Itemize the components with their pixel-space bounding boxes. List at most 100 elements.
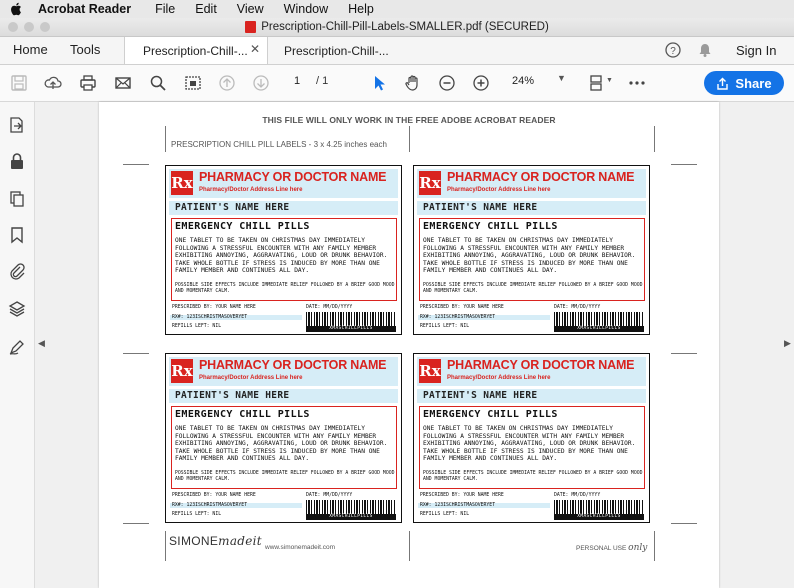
menu-bar: Acrobat Reader File Edit View Window Hel… (0, 0, 794, 18)
print-icon[interactable] (79, 74, 97, 92)
menu-window[interactable]: Window (284, 2, 328, 16)
crop-mark (671, 353, 697, 354)
chevron-down-icon[interactable]: ▼ (557, 73, 566, 83)
side-effects: POSSIBLE SIDE EFFECTS INCLUDE IMMEDIATE … (423, 471, 643, 482)
menu-file[interactable]: File (155, 2, 175, 16)
dosage-instructions: ONE TABLET TO BE TAKEN ON CHRISTMAS DAY … (423, 425, 636, 463)
collapse-left-panel-icon[interactable]: ◀ (38, 338, 45, 349)
crop-mark (654, 531, 655, 561)
share-button[interactable]: Share (704, 71, 784, 95)
search-icon[interactable] (149, 74, 167, 92)
pharmacy-name: PHARMACY OR DOCTOR NAME (447, 170, 635, 184)
pharmacy-name: PHARMACY OR DOCTOR NAME (447, 358, 635, 372)
save-icon[interactable] (10, 74, 28, 92)
date-field: DATE: MM/DD/YYYY (306, 305, 353, 310)
crop-mark (409, 126, 410, 152)
attachment-icon[interactable] (8, 262, 26, 280)
close-tab-icon[interactable]: ✕ (250, 42, 260, 56)
date-field: DATE: MM/DD/YYYY (554, 493, 601, 498)
chevron-down-icon[interactable]: ▼ (606, 77, 613, 84)
patient-name: PATIENT'S NAME HERE (175, 390, 290, 401)
zoom-in-icon[interactable] (472, 74, 490, 92)
help-icon[interactable]: ? (665, 42, 681, 58)
prescription-label: Rx PHARMACY OR DOCTOR NAME Pharmacy/Doct… (413, 353, 650, 523)
fill-sign-icon[interactable] (8, 338, 26, 356)
document-tab[interactable]: Prescription-Chill-... (266, 37, 406, 64)
tab-tools[interactable]: Tools (70, 42, 100, 57)
more-options-icon[interactable] (628, 74, 646, 92)
footer-usage: PERSONAL USE only (576, 543, 647, 553)
layers-icon[interactable] (8, 300, 26, 318)
patient-name-bar: PATIENT'S NAME HERE (169, 389, 398, 403)
prescribed-by: PRESCRIBED BY: YOUR NAME HERE (172, 493, 256, 498)
patient-name-bar: PATIENT'S NAME HERE (417, 389, 646, 403)
svg-text:?: ? (670, 46, 676, 57)
window-controls (8, 22, 50, 32)
select-cursor-icon[interactable] (370, 74, 388, 92)
page-thumbnails-icon[interactable] (8, 190, 26, 208)
barcode (554, 312, 644, 326)
crop-mark (165, 126, 166, 152)
patient-name: PATIENT'S NAME HERE (423, 390, 538, 401)
label-header: Rx PHARMACY OR DOCTOR NAME Pharmacy/Doct… (417, 357, 646, 386)
barcode-text: XMASCHILLPILLS (306, 326, 396, 332)
label-header: Rx PHARMACY OR DOCTOR NAME Pharmacy/Doct… (169, 169, 398, 198)
crop-mark (123, 353, 149, 354)
email-icon[interactable] (114, 74, 132, 92)
refills-left: REFILLS LEFT: NIL (420, 512, 470, 517)
dosage-instructions: ONE TABLET TO BE TAKEN ON CHRISTMAS DAY … (423, 237, 636, 275)
toolbar: 1 / 1 24% ▼ ▼ Share (0, 65, 794, 102)
refills-left: REFILLS LEFT: NIL (172, 324, 222, 329)
menu-app-name[interactable]: Acrobat Reader (38, 2, 131, 16)
pdf-page: THIS FILE WILL ONLY WORK IN THE FREE ADO… (99, 102, 719, 588)
apple-icon[interactable] (10, 2, 24, 16)
dosage-instructions: ONE TABLET TO BE TAKEN ON CHRISTMAS DAY … (175, 425, 388, 463)
zoom-out-icon[interactable] (438, 74, 456, 92)
minimize-window-button[interactable] (24, 22, 34, 32)
share-icon (717, 77, 729, 90)
refills-left: REFILLS LEFT: NIL (172, 512, 222, 517)
prescription-box: EMERGENCY CHILL PILLS ONE TABLET TO BE T… (419, 218, 645, 301)
zoom-window-button[interactable] (40, 22, 50, 32)
crop-mark (671, 164, 697, 165)
footer-brand: SIMONEmadeit (169, 534, 262, 548)
cloud-upload-icon[interactable] (44, 74, 62, 92)
window-title-bar: Prescription-Chill-Pill-Labels-SMALLER.p… (0, 18, 794, 37)
menu-edit[interactable]: Edit (195, 2, 217, 16)
previous-page-icon[interactable] (218, 74, 236, 92)
share-label: Share (735, 75, 772, 91)
bookmark-icon[interactable] (8, 226, 26, 244)
pdf-file-icon (245, 21, 257, 33)
page-number-input[interactable]: 1 (284, 75, 310, 91)
barcode-text: XMASCHILLPILLS (306, 514, 396, 520)
crop-mark (165, 531, 166, 561)
rx-number: RX#: 123ISCHRISTMASOVERYET (418, 315, 550, 320)
medication-name: EMERGENCY CHILL PILLS (423, 409, 558, 420)
menu-view[interactable]: View (237, 2, 264, 16)
page-view-icon[interactable] (587, 74, 605, 92)
footer-url: www.simonemadeit.com (265, 544, 336, 551)
notification-bell-icon[interactable] (697, 42, 713, 58)
next-page-icon[interactable] (252, 74, 270, 92)
menu-help[interactable]: Help (348, 2, 374, 16)
crop-mark (123, 523, 149, 524)
zoom-level-select[interactable]: 24% (512, 75, 534, 87)
rx-number: RX#: 123ISCHRISTMASOVERYET (170, 315, 302, 320)
hand-tool-icon[interactable] (404, 74, 422, 92)
sign-in-link[interactable]: Sign In (736, 43, 776, 58)
medication-name: EMERGENCY CHILL PILLS (175, 409, 310, 420)
export-pdf-icon[interactable] (8, 116, 26, 134)
prescription-label: Rx PHARMACY OR DOCTOR NAME Pharmacy/Doct… (165, 165, 402, 335)
snapshot-icon[interactable] (184, 74, 202, 92)
close-window-button[interactable] (8, 22, 18, 32)
crop-mark (123, 164, 149, 165)
lock-icon[interactable] (8, 152, 26, 170)
window-title: Prescription-Chill-Pill-Labels-SMALLER.p… (261, 21, 549, 33)
document-tab-active[interactable]: Prescription-Chill-... ✕ (124, 37, 268, 64)
rx-number: RX#: 123ISCHRISTMASOVERYET (170, 503, 302, 508)
prescribed-by: PRESCRIBED BY: YOUR NAME HERE (420, 305, 504, 310)
expand-right-panel-icon[interactable]: ▶ (784, 338, 791, 349)
barcode-text: XMASCHILLPILLS (554, 326, 644, 332)
tab-home[interactable]: Home (13, 42, 48, 57)
date-field: DATE: MM/DD/YYYY (554, 305, 601, 310)
